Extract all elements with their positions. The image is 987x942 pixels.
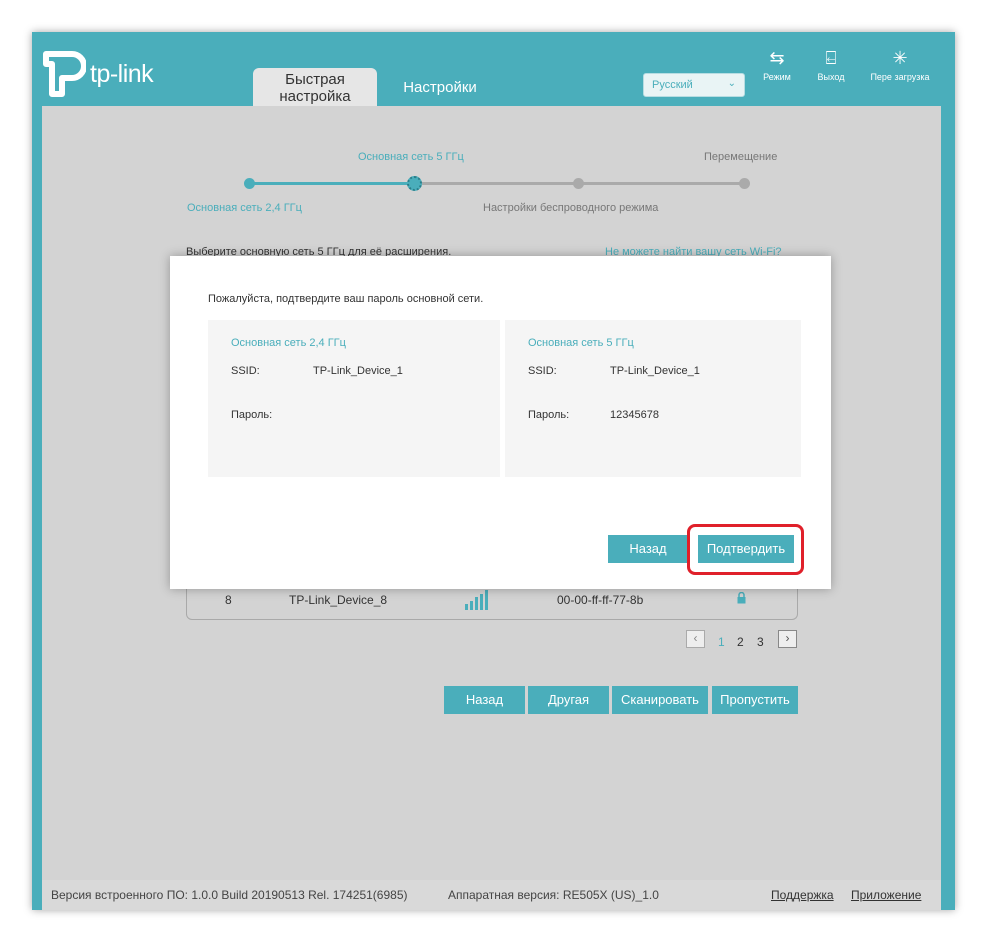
other-button[interactable]: Другая: [528, 686, 609, 714]
step-dot-4: [739, 178, 750, 189]
app-link[interactable]: Приложение: [851, 888, 921, 902]
step-dot-1: [244, 178, 255, 189]
confirm-password-dialog: Пожалуйста, подтвердите ваш пароль основ…: [170, 256, 831, 589]
chevron-down-icon: ⌄: [727, 78, 736, 89]
signal-icon: [465, 590, 489, 613]
step-label-roaming: Перемещение: [704, 151, 778, 163]
footer: Версия встроенного ПО: 1.0.0 Build 20190…: [42, 880, 941, 910]
table-row[interactable]: 8 TP-Link_Device_8 00-00-ff-ff-77-8b: [186, 588, 798, 620]
step-dot-2-current: [407, 176, 422, 191]
row-mac: 00-00-ff-ff-77-8b: [557, 593, 644, 607]
password-value: 12345678: [610, 409, 659, 421]
panel-24ghz-title: Основная сеть 2,4 ГГц: [231, 337, 346, 349]
tp-link-logo: tp-link: [42, 50, 172, 100]
pagination-next[interactable]: ›: [778, 630, 797, 648]
support-link[interactable]: Поддержка: [771, 888, 834, 902]
firmware-version: Версия встроенного ПО: 1.0.0 Build 20190…: [51, 888, 408, 902]
mode-label: Режим: [763, 72, 791, 82]
language-value: Русский: [652, 79, 693, 91]
password-label: Пароль:: [528, 409, 570, 421]
logout-button[interactable]: ⍇ Выход: [796, 47, 866, 82]
lock-icon: [737, 591, 746, 607]
pagination-prev[interactable]: ‹: [686, 630, 705, 648]
logo-text: tp-link: [90, 60, 154, 88]
panel-24ghz: Основная сеть 2,4 ГГц SSID: TP-Link_Devi…: [208, 320, 500, 477]
dialog-title: Пожалуйста, подтвердите ваш пароль основ…: [208, 293, 484, 305]
reboot-icon: ✳: [892, 48, 908, 68]
reboot-label: Пере загрузка: [870, 72, 930, 82]
row-ssid: TP-Link_Device_8: [289, 593, 388, 607]
panel-5ghz: Основная сеть 5 ГГц SSID: TP-Link_Device…: [505, 320, 801, 477]
tab-settings[interactable]: Настройки: [385, 68, 495, 106]
pagination-page-2[interactable]: 2: [737, 635, 744, 649]
ssid-value: TP-Link_Device_1: [610, 365, 700, 377]
language-select[interactable]: Русский ⌄: [643, 73, 745, 97]
pagination-page-3[interactable]: 3: [757, 635, 764, 649]
row-number: 8: [225, 593, 232, 607]
highlight-frame: [687, 524, 804, 575]
step-dot-3: [573, 178, 584, 189]
reboot-button[interactable]: ✳ Пере загрузка: [865, 47, 935, 82]
skip-button[interactable]: Пропустить: [712, 686, 798, 714]
back-button[interactable]: Назад: [444, 686, 525, 714]
tab-quick-setup[interactable]: Быстрая настройка: [253, 68, 377, 106]
panel-5ghz-title: Основная сеть 5 ГГц: [528, 337, 634, 349]
hardware-version: Аппаратная версия: RE505X (US)_1.0: [448, 888, 659, 902]
logout-label: Выход: [817, 72, 845, 82]
step-label-5ghz: Основная сеть 5 ГГц: [358, 151, 464, 163]
tp-link-logo-icon: [43, 51, 87, 97]
scan-button[interactable]: Сканировать: [612, 686, 708, 714]
step-label-24ghz: Основная сеть 2,4 ГГц: [187, 202, 302, 214]
logout-icon: ⍇: [825, 48, 837, 68]
dialog-back-button[interactable]: Назад: [608, 535, 688, 563]
step-label-wireless: Настройки беспроводного режима: [483, 202, 659, 214]
ssid-value: TP-Link_Device_1: [313, 365, 403, 377]
password-label: Пароль:: [231, 409, 273, 421]
progress-track-done: [249, 182, 414, 185]
ssid-label: SSID:: [528, 365, 557, 377]
pagination-page-1[interactable]: 1: [718, 635, 725, 649]
ssid-label: SSID:: [231, 365, 260, 377]
